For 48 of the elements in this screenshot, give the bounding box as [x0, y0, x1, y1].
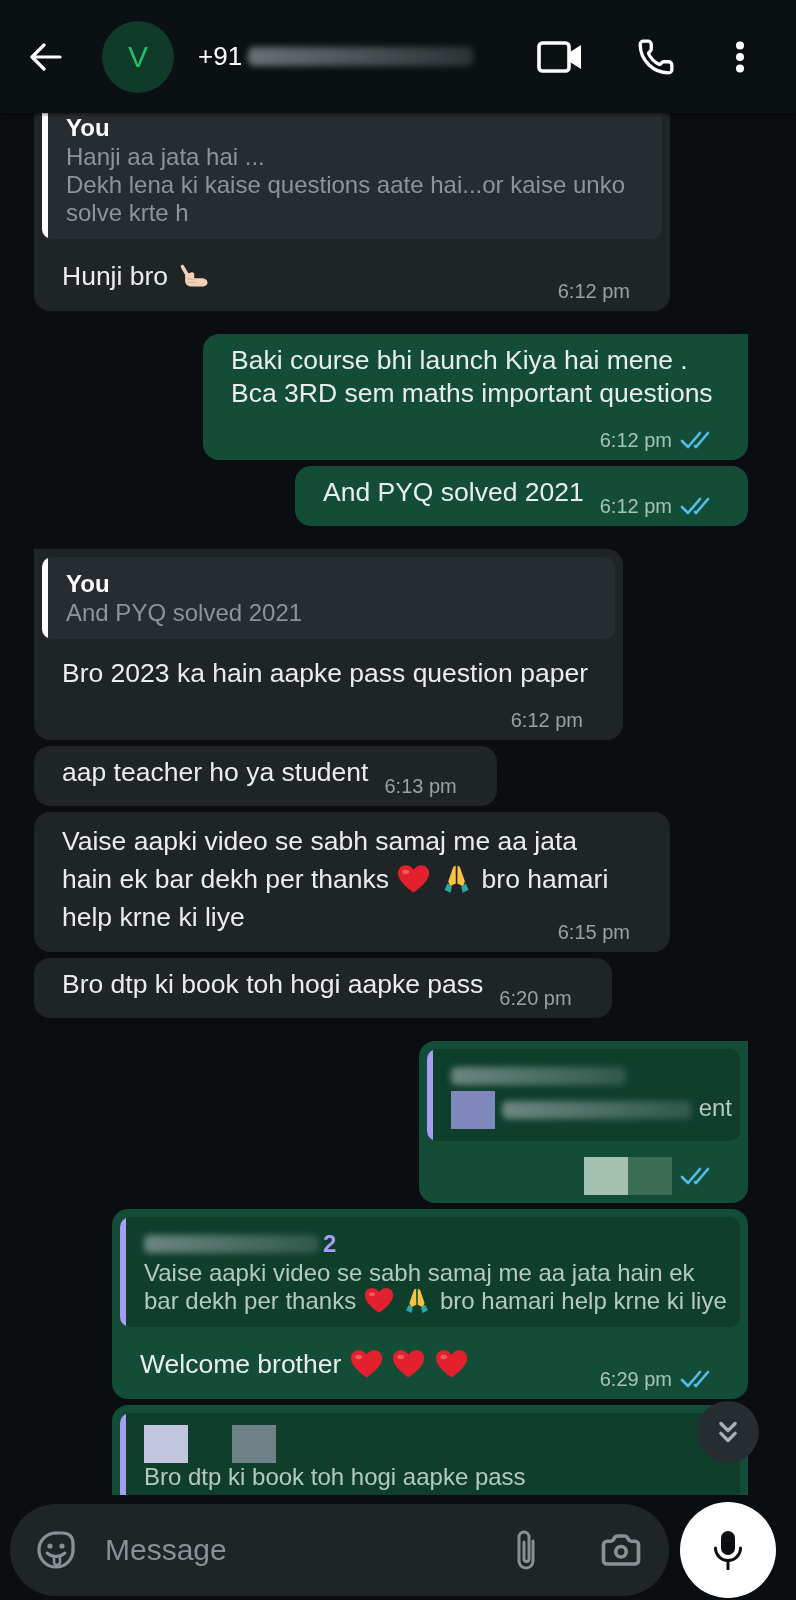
- message-text: hain ek bar dekh per thanks: [62, 864, 390, 894]
- message-text: Baki course bhi launch Kiya hai mene . Bca 3RD sem maths important questions: [231, 345, 713, 408]
- message-text: Bro dtp ki book toh hogi aapke pass: [62, 969, 484, 999]
- heart-emoji-icon: [363, 1287, 394, 1315]
- message-text: Hunji bro: [62, 261, 169, 291]
- message-time: 6:12 pm: [599, 428, 672, 452]
- message-time: 6:15 pm: [557, 920, 630, 944]
- contact-name: +91: [198, 41, 243, 72]
- message-time: 6:29 pm: [599, 1367, 672, 1391]
- message-text: Vaise aapki video se sabh samaj me aa jata: [62, 826, 578, 856]
- message-time: 6:12 pm: [510, 708, 583, 732]
- more-options-icon[interactable]: [735, 40, 745, 73]
- message-time: 6:20 pm: [499, 986, 572, 1010]
- heart-emoji-icon: [392, 1349, 426, 1379]
- heart-emoji-icon: [397, 864, 431, 894]
- message-time: 6:12 pm: [557, 279, 630, 303]
- quote-text: bar dekh per thanks: [144, 1287, 357, 1314]
- quote-sender: You: [66, 569, 110, 599]
- back-arrow-icon[interactable]: [30, 42, 62, 71]
- quote-text: Vaise aapki video se sabh samaj me aa jata hain ek: [144, 1259, 695, 1286]
- quote-sender: You: [66, 113, 110, 143]
- avatar[interactable]: V: [102, 20, 174, 93]
- quote-text: Hanji aa jata hai ... Dekh lena ki kaise questions aate hai...or kaise unko solve krte h: [66, 143, 626, 226]
- message-time: 6:13 pm: [384, 774, 457, 798]
- message-text: bro hamari: [481, 864, 609, 894]
- quoted-message[interactable]: You And PYQ solved 2021: [42, 557, 615, 639]
- message-text: Welcome brother: [140, 1349, 342, 1379]
- heart-emoji-icon: [349, 1349, 383, 1379]
- message-text: And PYQ solved 2021: [322, 477, 584, 507]
- quote-text: ent: [698, 1094, 732, 1122]
- message-text: Bro 2023 ka hain aapke pass question paper: [62, 658, 588, 688]
- message-input[interactable]: Message: [105, 1533, 501, 1567]
- microphone-icon: [713, 1530, 743, 1570]
- smiley-icon[interactable]: [36, 1530, 76, 1570]
- heart-emoji-icon: [434, 1349, 469, 1379]
- quote-text: And PYQ solved 2021: [66, 599, 303, 626]
- quote-text: Bro dtp ki book toh hogi aapke pass: [144, 1463, 526, 1490]
- quote-text: bro hamari help krne ki liye: [439, 1287, 727, 1314]
- quoted-message[interactable]: You Hanji aa jata hai ... Dekh lena ki kaise questions aate hai...or kaise unko solve krte h: [42, 113, 662, 239]
- phone-icon[interactable]: [637, 37, 675, 76]
- message-text: help krne ki liye: [62, 902, 245, 932]
- quoted-message[interactable]: 2 Vaise aapki video se sabh samaj me aa jata hain ek bar dekh per thanks bro hamari help krne ki liye: [120, 1217, 740, 1327]
- message-text: aap teacher ho ya student: [62, 757, 369, 787]
- message-time: 6:12 pm: [599, 494, 672, 518]
- quoted-message[interactable]: ent: [427, 1049, 740, 1141]
- quote-sender: 2: [323, 1229, 337, 1259]
- quoted-message[interactable]: Bro dtp ki book toh hogi aapke pass: [120, 1413, 740, 1495]
- video-camera-icon[interactable]: [537, 40, 583, 73]
